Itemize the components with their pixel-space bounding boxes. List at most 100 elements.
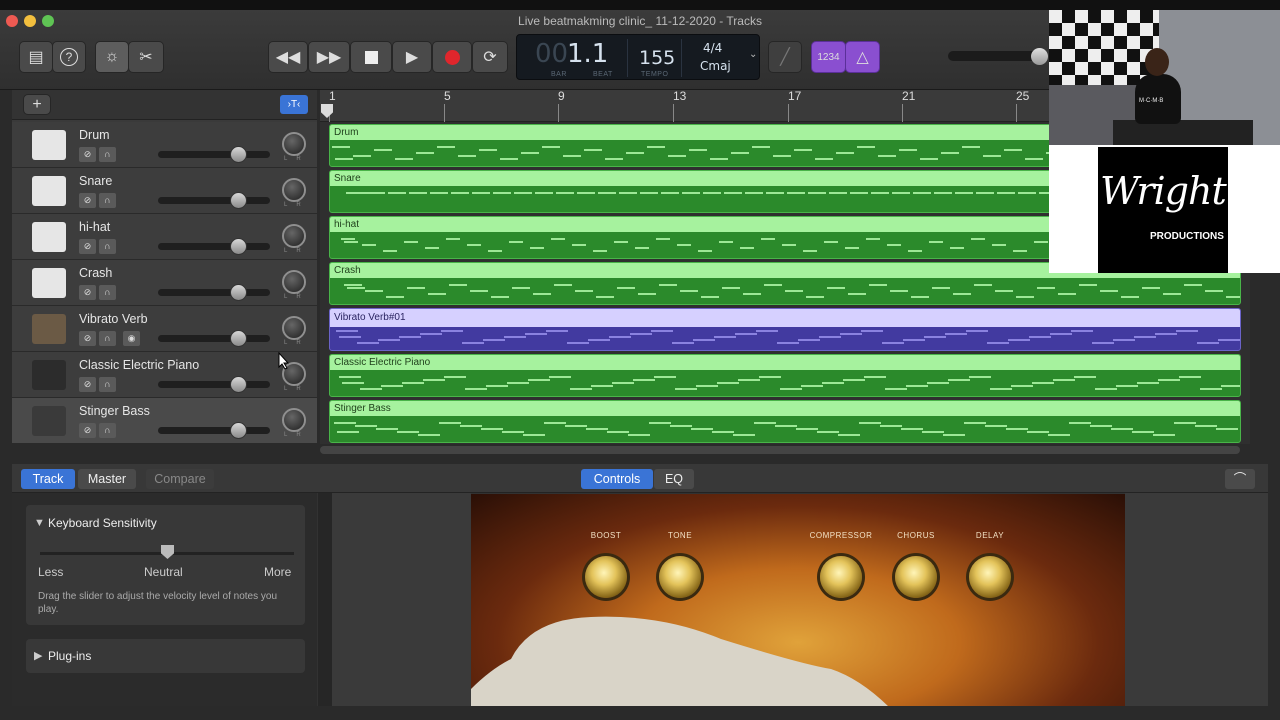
track-name[interactable]: hi-hat: [79, 220, 110, 234]
delay-knob[interactable]: [969, 556, 1011, 598]
master-volume-thumb[interactable]: [1031, 48, 1048, 65]
track-pan-knob[interactable]: [282, 270, 306, 294]
track-volume-thumb[interactable]: [230, 238, 247, 255]
track-region[interactable]: Stinger Bass: [329, 400, 1241, 443]
amp-knob-label: BOOST: [590, 531, 622, 540]
mute-icon[interactable]: ⊘: [79, 377, 96, 392]
track-volume-slider[interactable]: [158, 151, 270, 158]
sensitivity-more-label: More: [264, 565, 292, 579]
wright-productions-logo: Wright PRODUCTIONS: [1098, 147, 1228, 273]
track-volume-thumb[interactable]: [230, 284, 247, 301]
mute-icon[interactable]: ⊘: [79, 331, 96, 346]
mute-icon[interactable]: ⊘: [79, 285, 96, 300]
lcd-signature: 4/4: [703, 41, 723, 55]
track-volume-thumb[interactable]: [230, 330, 247, 347]
catch-playhead-button[interactable]: ›T‹: [280, 95, 308, 114]
play-button[interactable]: ▶: [392, 41, 432, 73]
wave-icon: ⌒: [1233, 472, 1247, 486]
tab-eq[interactable]: EQ: [654, 469, 694, 489]
mute-icon[interactable]: ⊘: [79, 423, 96, 438]
mute-icon[interactable]: ⊘: [79, 239, 96, 254]
stop-button[interactable]: [350, 41, 392, 73]
track-name[interactable]: Crash: [79, 266, 112, 280]
disclosure-right-icon[interactable]: ▶: [34, 649, 42, 662]
headphones-icon[interactable]: ∩: [99, 331, 116, 346]
headphones-icon[interactable]: ∩: [99, 423, 116, 438]
master-volume-slider[interactable]: [948, 51, 1042, 61]
metronome-button[interactable]: △: [845, 41, 880, 73]
track-pan-knob[interactable]: [282, 132, 306, 156]
track-header-row[interactable]: Vibrato Verb ⊘ ∩ ◉ LR: [12, 306, 317, 352]
track-header-row[interactable]: Classic Electric Piano ⊘ ∩ LR: [12, 352, 317, 398]
tab-controls[interactable]: Controls: [581, 469, 653, 489]
plus-icon: +: [32, 95, 42, 113]
lcd-chevron-down-icon[interactable]: ⌄: [749, 49, 757, 60]
track-region[interactable]: Classic Electric Piano: [329, 354, 1241, 397]
chorus-knob[interactable]: [895, 556, 937, 598]
tone-knob[interactable]: [659, 556, 701, 598]
mute-icon[interactable]: ⊘: [79, 193, 96, 208]
count-in-button[interactable]: 1234: [811, 41, 846, 73]
track-name[interactable]: Classic Electric Piano: [79, 358, 199, 372]
plugins-panel[interactable]: ▶ Plug-ins: [26, 639, 305, 673]
record-button[interactable]: [432, 41, 472, 73]
track-header-row[interactable]: hi-hat ⊘ ∩ LR: [12, 214, 317, 260]
lcd-key: Cmaj: [700, 59, 731, 73]
track-volume-thumb[interactable]: [230, 422, 247, 439]
track-name[interactable]: Drum: [79, 128, 110, 142]
track-name[interactable]: Snare: [79, 174, 112, 188]
compressor-knob[interactable]: [820, 556, 862, 598]
track-pan-knob[interactable]: [282, 408, 306, 432]
horizontal-scrollbar[interactable]: [320, 446, 1240, 454]
library-button[interactable]: ▤: [19, 41, 53, 73]
track-volume-slider[interactable]: [158, 381, 270, 388]
tab-track[interactable]: Track: [21, 469, 75, 489]
headphones-icon[interactable]: ∩: [99, 377, 116, 392]
region-notes: [330, 416, 1240, 442]
track-header-row[interactable]: Stinger Bass ⊘ ∩ LR: [12, 398, 317, 444]
compare-button[interactable]: Compare: [146, 469, 214, 489]
track-pan-knob[interactable]: [282, 316, 306, 340]
headphones-icon[interactable]: ∩: [99, 193, 116, 208]
tuner-button[interactable]: ╱: [768, 41, 802, 73]
add-track-button[interactable]: +: [23, 94, 51, 115]
lcd-display[interactable]: 00 1.1 BAR BEAT 155 TEMPO 4/4 Cmaj ⌄: [516, 34, 760, 80]
webcam-overlay: M·C·M·B: [1049, 10, 1280, 145]
headphones-icon[interactable]: ∩: [99, 147, 116, 162]
track-volume-thumb[interactable]: [230, 376, 247, 393]
disclosure-down-icon[interactable]: ▼: [34, 517, 45, 529]
track-volume-slider[interactable]: [158, 289, 270, 296]
track-header-row[interactable]: Crash ⊘ ∩ LR: [12, 260, 317, 306]
info-button[interactable]: ⌒: [1225, 469, 1255, 489]
track-volume-thumb[interactable]: [230, 192, 247, 209]
track-volume-slider[interactable]: [158, 243, 270, 250]
mute-icon[interactable]: ⊘: [79, 147, 96, 162]
input-monitor-icon[interactable]: ◉: [123, 331, 140, 346]
track-region[interactable]: Vibrato Verb#01: [329, 308, 1241, 351]
smart-controls-button[interactable]: ☼: [95, 41, 129, 73]
track-volume-slider[interactable]: [158, 197, 270, 204]
quick-help-button[interactable]: ?: [52, 41, 86, 73]
tab-master[interactable]: Master: [78, 469, 136, 489]
rewind-button[interactable]: ◀◀: [268, 41, 308, 73]
track-pan-knob[interactable]: [282, 178, 306, 202]
track-name[interactable]: Vibrato Verb: [79, 312, 148, 326]
editors-button[interactable]: ✂: [128, 41, 164, 73]
track-header-row[interactable]: Drum ⊘ ∩ LR: [12, 122, 317, 168]
track-volume-slider[interactable]: [158, 427, 270, 434]
sensitivity-slider-thumb[interactable]: [161, 545, 174, 559]
cycle-button[interactable]: ⟳: [472, 41, 508, 73]
headphones-icon[interactable]: ∩: [99, 239, 116, 254]
track-volume-thumb[interactable]: [230, 146, 247, 163]
metronome-icon: △: [856, 49, 869, 66]
logo-script-text: Wright: [1100, 169, 1227, 213]
fast-forward-button[interactable]: ▶▶: [308, 41, 350, 73]
drum-instrument-icon: [32, 130, 66, 160]
boost-knob[interactable]: [585, 556, 627, 598]
track-volume-slider[interactable]: [158, 335, 270, 342]
headphones-icon[interactable]: ∩: [99, 285, 116, 300]
track-pan-knob[interactable]: [282, 224, 306, 248]
acoustic-panel-wall: [1049, 10, 1159, 85]
track-name[interactable]: Stinger Bass: [79, 404, 150, 418]
track-header-row[interactable]: Snare ⊘ ∩ LR: [12, 168, 317, 214]
